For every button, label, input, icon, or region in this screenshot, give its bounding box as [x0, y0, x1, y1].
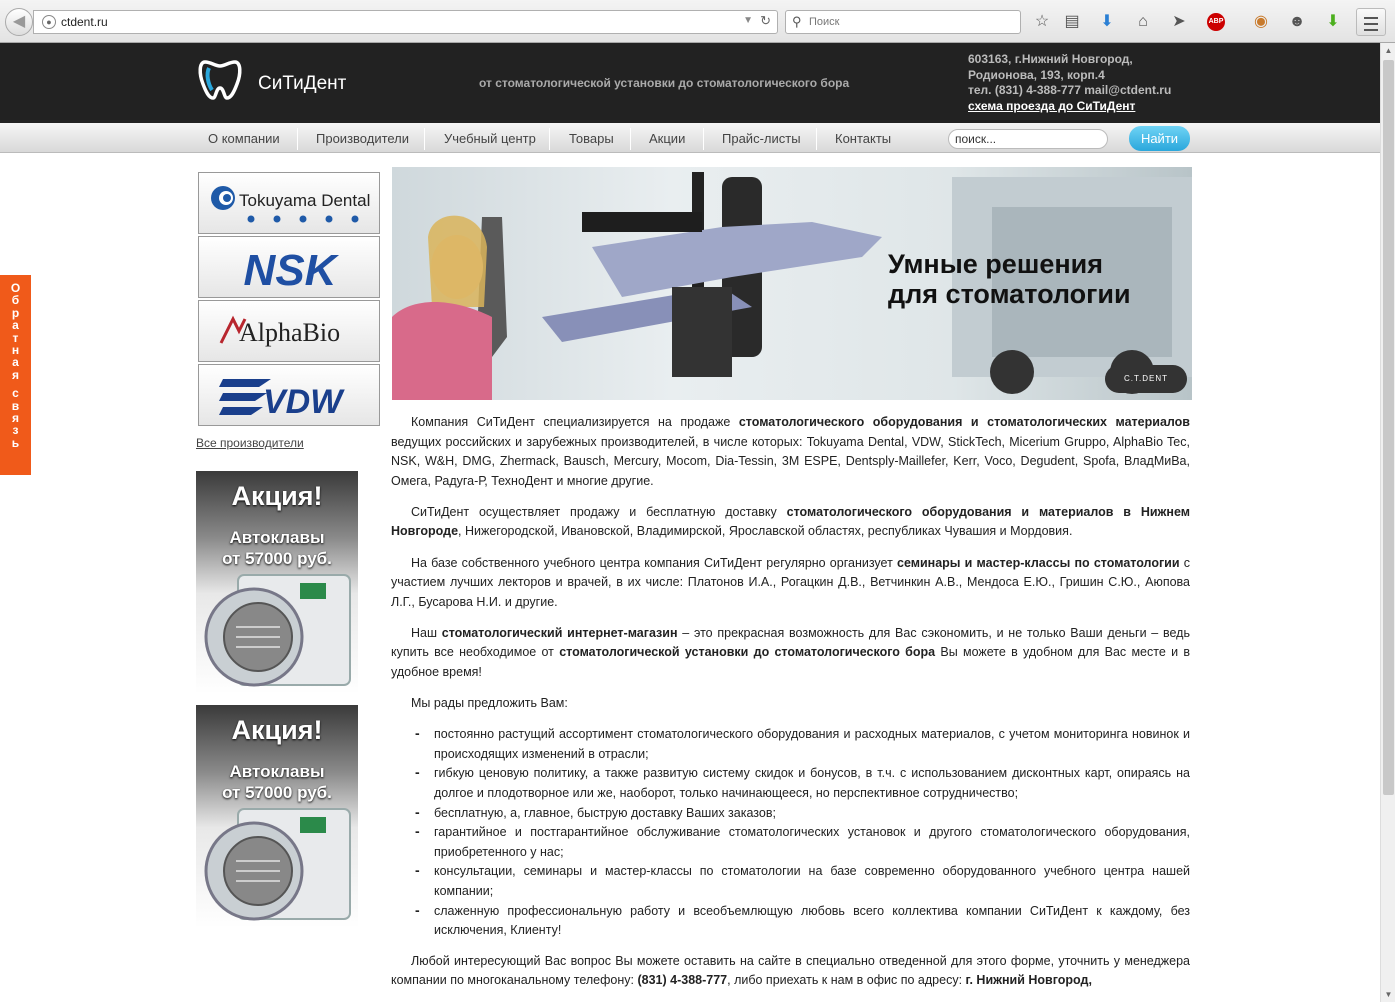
list-item: гибкую ценовую политику, а также развиту… [391, 763, 1190, 803]
alphabio-logo-icon: AlphaBio [219, 315, 340, 347]
scroll-down-icon[interactable]: ▼ [1381, 987, 1395, 1002]
browser-search-input[interactable]: ⚲ Поиск [785, 10, 1021, 34]
nav-item-about[interactable]: О компании [208, 131, 280, 146]
site-search-input[interactable] [948, 129, 1108, 149]
brand-nsk[interactable]: NSK [198, 236, 380, 298]
green-download-icon[interactable]: ⬇ [1322, 11, 1344, 33]
tokuyama-logo-icon: Tokuyama Dental [211, 186, 370, 223]
brand-vdw[interactable]: VDW [198, 364, 380, 426]
download-icon[interactable]: ⬇ [1096, 11, 1118, 33]
search-button[interactable]: Найти [1129, 126, 1190, 151]
nav-divider [816, 128, 817, 150]
all-manufacturers-link[interactable]: Все производители [196, 436, 304, 450]
address-bar[interactable]: ● ctdent.ru ▼ ↻ [33, 10, 778, 34]
tooth-logo-icon[interactable] [197, 56, 243, 102]
nav-divider [549, 128, 550, 150]
contact-paragraph: Любой интересующий Вас вопрос Вы можете … [391, 953, 1190, 988]
tagline: от стоматологической установки до стомат… [479, 76, 850, 90]
brand-label: NSK [244, 246, 340, 295]
history-dropdown-icon[interactable]: ▼ [743, 15, 753, 26]
list-item: постоянно растущий ассортимент стоматоло… [391, 724, 1190, 764]
send-icon[interactable]: ➤ [1168, 11, 1190, 33]
nav-item-products[interactable]: Товары [569, 131, 614, 146]
scrollbar-thumb[interactable] [1383, 60, 1394, 795]
nav-item-training-center[interactable]: Учебный центр [444, 131, 536, 146]
address-line: 603163, г.Нижний Новгород, [968, 52, 1133, 66]
scroll-up-icon[interactable]: ▲ [1381, 43, 1395, 58]
offer-intro: Мы рады предложить Вам: [411, 696, 568, 711]
shop-paragraph: Наш стоматологический интернет-магазин –… [391, 625, 1190, 680]
nav-item-price-lists[interactable]: Прайс-листы [722, 131, 801, 146]
nsk-logo-icon: NSK [244, 246, 340, 295]
bookmarks-list-icon[interactable]: ▤ [1061, 11, 1083, 33]
page-scrollbar[interactable]: ▲ ▼ [1380, 43, 1395, 1002]
brand-alphabio[interactable]: AlphaBio [198, 300, 380, 362]
promo-text: Автоклавы от 57000 руб. [222, 762, 332, 802]
list-item: слаженную профессиональную работу и всео… [391, 901, 1190, 941]
search-icon: ⚲ [792, 14, 802, 29]
site-header: СиТиДент от стоматологической установки … [0, 43, 1380, 123]
feedback-tab[interactable]: Обратнаясвязь [0, 275, 31, 475]
intro-paragraph: Компания СиТиДент специализируется на пр… [391, 415, 1190, 488]
logo-text[interactable]: СиТиДент [258, 73, 346, 95]
delivery-paragraph: СиТиДент осуществляет продажу и бесплатн… [391, 504, 1190, 539]
globe-icon: ● [42, 15, 56, 29]
feedback-tab-label: Обратнаясвязь [10, 281, 21, 450]
list-item: консультации, семинары и мастер-классы п… [391, 861, 1190, 901]
training-paragraph: На базе собственного учебного центра ком… [391, 555, 1190, 609]
nav-divider [703, 128, 704, 150]
nav-item-contacts[interactable]: Контакты [835, 131, 891, 146]
nav-item-promotions[interactable]: Акции [649, 131, 685, 146]
nav-divider [424, 128, 425, 150]
promo-text: Автоклавы от 57000 руб. [222, 528, 332, 568]
reload-icon[interactable]: ↻ [760, 13, 771, 29]
promo-title: Акция! [231, 715, 323, 745]
brand-label: AlphaBio [239, 318, 340, 347]
nav-item-manufacturers[interactable]: Производители [316, 131, 409, 146]
main-content: Компания СиТиДент специализируется на пр… [391, 413, 1190, 1002]
nav-divider [630, 128, 631, 150]
phone-email-line: тел. (831) 4-388-777 mail@ctdent.ru [968, 83, 1172, 97]
autoclave-image-icon [204, 808, 351, 921]
cookie-icon[interactable]: ◉ [1250, 11, 1272, 33]
vdw-logo-icon: VDW [219, 379, 345, 421]
chat-icon[interactable]: ☻ [1286, 11, 1308, 33]
autoclave-image-icon [204, 574, 351, 687]
home-icon[interactable]: ⌂ [1132, 11, 1154, 33]
list-item: гарантийное и постгарантийное обслуживан… [391, 822, 1190, 862]
address-line: Родионова, 193, корп.4 [968, 67, 1105, 82]
directions-link[interactable]: схема проезда до СиТиДент [968, 99, 1135, 113]
menu-icon[interactable] [1356, 8, 1386, 36]
contact-block: 603163, г.Нижний Новгород, Родионова, 19… [968, 52, 1171, 114]
brand-label: Tokuyama Dental [239, 191, 370, 210]
main-nav: О компании Производители Учебный центр Т… [0, 123, 1380, 153]
hero-banner[interactable]: Умные решения для стоматологии C.T.DENT [392, 167, 1192, 400]
benefits-list: постоянно растущий ассортимент стоматоло… [391, 724, 1190, 941]
adblock-icon[interactable]: ABP [1207, 13, 1225, 31]
url-text: ctdent.ru [61, 15, 108, 29]
ctdent-badge: C.T.DENT [1105, 365, 1187, 393]
bookmark-star-icon[interactable]: ☆ [1031, 11, 1053, 33]
brand-label: VDW [263, 383, 345, 421]
promo-banner[interactable]: Акция! Автоклавы от 57000 руб. [196, 471, 358, 694]
promo-banner[interactable]: Акция! Автоклавы от 57000 руб. [196, 705, 358, 928]
banner-heading: Умные решения для стоматологии [888, 249, 1131, 309]
back-arrow-icon[interactable]: ◀ [5, 8, 33, 36]
browser-toolbar: ◀ ● ctdent.ru ▼ ↻ ⚲ Поиск ☆ ▤ ⬇ ⌂ ➤ ABP … [0, 0, 1395, 43]
list-item: бесплатную, а, главное, быструю доставку… [391, 803, 1190, 824]
promo-title: Акция! [231, 481, 323, 511]
nav-divider [297, 128, 298, 150]
search-placeholder: Поиск [809, 16, 840, 28]
brand-tokuyama[interactable]: Tokuyama Dental [198, 172, 380, 234]
